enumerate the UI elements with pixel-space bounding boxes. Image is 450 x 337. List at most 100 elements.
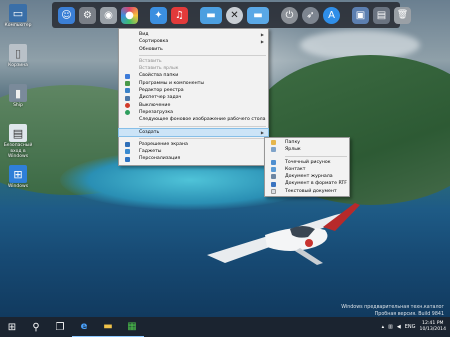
menu-item-label: Вставить [139, 58, 162, 64]
menu-item-label: Свойства папки [139, 73, 179, 79]
rtf-document-icon [271, 181, 276, 187]
menu-item-restart[interactable]: Перезагрузка [119, 109, 268, 116]
menu-item-paste: Вставить [119, 58, 268, 65]
menu-item-label: Контакт [285, 166, 306, 172]
menu-item-label: Ярлык [285, 147, 301, 153]
submenu-item-rtf[interactable]: Документ в формате RTF [265, 180, 349, 187]
menu-item-label: Гаджеты [139, 149, 162, 155]
finder-icon[interactable]: ☺ [58, 6, 75, 24]
personalization-icon [125, 156, 130, 162]
trash-icon[interactable]: 🗑 [394, 6, 411, 24]
watermark-line-1: Windows предварительная техн.каталог [341, 305, 444, 310]
x-icon[interactable]: ✕ [226, 6, 243, 24]
desktop-icon-ship[interactable]: ▮ Ship [2, 84, 34, 109]
desktop-icon-safe-login[interactable]: ▤ Безопасный вход в Windows [2, 124, 34, 160]
menu-separator [139, 54, 266, 56]
menu-padding [265, 195, 349, 196]
clock[interactable]: 12:41 PM 10/13/2014 [420, 321, 446, 333]
window-icon[interactable]: ▣ [352, 6, 369, 24]
desktop-icon-label: Компьютер [4, 23, 32, 28]
system-tray: ▴ ▥ ◀ ENG 12:41 PM 10/13/2014 [382, 317, 446, 337]
bitmap-icon [271, 159, 276, 165]
desktop-icon-windows[interactable]: ⊞ Windows [2, 165, 34, 190]
store-button[interactable]: ▦ [120, 317, 144, 337]
gamecenter-icon[interactable]: ● [121, 6, 138, 24]
search-button[interactable]: ⚲ [24, 317, 48, 337]
menu-item-label: Редактор реестра [139, 88, 184, 94]
contact-icon [271, 167, 276, 173]
windows-logo-icon: ⊞ [9, 165, 27, 183]
rocket-icon[interactable]: ➶ [302, 6, 319, 24]
language-indicator[interactable]: ENG [405, 324, 416, 330]
network-icon[interactable]: ▥ [388, 324, 393, 330]
tray-arrow-icon[interactable]: ▴ [382, 324, 385, 330]
menu-item-personalization[interactable]: Персонализация [119, 155, 268, 162]
menu-item-shutdown[interactable]: Выключение [119, 102, 268, 109]
submenu-item-text[interactable]: Текстовый документ [265, 188, 349, 195]
submenu-arrow-icon: ▶ [260, 32, 264, 37]
gadgets-icon [125, 149, 130, 155]
menu-item-screen-resolution[interactable]: Разрешение экрана [119, 141, 268, 148]
power-icon[interactable]: ⏻ [281, 6, 298, 24]
settings-icon[interactable]: ⚙ [79, 6, 96, 24]
shortcut-icon [271, 147, 276, 153]
menu-item-label: Сортировка [139, 39, 169, 45]
disk-icon[interactable]: ◉ [100, 6, 117, 24]
taskbar: ⊞ ⚲ ❐ e ▬ ▦ ▴ ▥ ◀ ENG 12:41 PM 10/13/201… [0, 317, 450, 337]
safari-icon[interactable]: ✦ [150, 6, 167, 24]
menu-item-refresh[interactable]: Обновить [119, 46, 268, 53]
explorer-button[interactable]: ▬ [96, 317, 120, 337]
desktop-icon-label: Безопасный вход в Windows [3, 143, 33, 159]
menu-item-label: Обновить [139, 46, 163, 52]
desktop-icon-recycle-bin[interactable]: ▯ Корзина [2, 44, 34, 69]
menu-padding [119, 163, 268, 165]
regedit-icon [125, 88, 130, 94]
desktop-icon-label: Ship [13, 103, 23, 108]
restart-icon [125, 110, 130, 116]
itunes-icon[interactable]: ♫ [171, 6, 188, 24]
volume-icon[interactable]: ◀ [397, 324, 401, 330]
folder-blue-icon[interactable]: ▬ [247, 6, 269, 24]
desktop-icon-label: Windows [7, 184, 29, 189]
submenu-item-journal[interactable]: Документ журнала [265, 173, 349, 180]
screen-resolution-icon [125, 142, 130, 148]
task-view-button[interactable]: ❐ [48, 317, 72, 337]
desktop-icon-computer[interactable]: ▭ Компьютер [2, 4, 34, 29]
menu-item-label: Документ в формате RTF [285, 181, 347, 187]
menu-item-label: Персонализация [139, 156, 181, 162]
computer-icon: ▭ [9, 4, 27, 22]
menu-item-sort[interactable]: Сортировка ▶ [119, 38, 268, 45]
folder-icon[interactable]: ▬ [200, 6, 222, 24]
document-icon: ▤ [9, 124, 27, 142]
menu-item-view[interactable]: Вид ▶ [119, 31, 268, 38]
submenu-item-folder[interactable]: Папку [265, 139, 349, 146]
dock: ☺ ⚙ ◉ ● ✦ ♫ ▬ ✕ ▬ ⏻ ➶ A ▣ ▤ 🗑 [52, 2, 411, 28]
menu-item-paste-shortcut: Вставить ярлык [119, 65, 268, 72]
menu-item-new[interactable]: Создать ▶ [118, 127, 269, 137]
display-icon[interactable]: ▤ [373, 6, 390, 24]
new-submenu: Папку Ярлык Точечный рисунок Контакт Док… [264, 137, 350, 198]
menu-item-regedit[interactable]: Редактор реестра [119, 87, 268, 94]
menu-item-task-manager[interactable]: Диспетчер задач [119, 94, 268, 101]
submenu-item-contact[interactable]: Контакт [265, 166, 349, 173]
submenu-item-bitmap[interactable]: Точечный рисунок [265, 159, 349, 166]
menu-item-next-background[interactable]: Следующее фоновое изображение рабочего с… [119, 116, 268, 123]
folder-icon [271, 140, 276, 146]
menu-item-programs[interactable]: Программы и компоненты [119, 80, 268, 87]
menu-item-label: Диспетчер задач [139, 95, 182, 101]
menu-item-gadgets[interactable]: Гаджеты [119, 148, 268, 155]
shutdown-icon [125, 102, 130, 108]
ie-button[interactable]: e [72, 317, 96, 337]
appstore-icon[interactable]: A [323, 6, 340, 24]
menu-item-label: Разрешение экрана [139, 141, 188, 147]
desktop-icon-label: Корзина [8, 63, 28, 68]
menu-item-label: Документ журнала [285, 174, 333, 180]
menu-item-folder-options[interactable]: Свойства папки [119, 72, 268, 79]
text-document-icon [271, 188, 276, 194]
context-menu: Вид ▶ Сортировка ▶ Обновить Вставить Встав… [118, 28, 269, 166]
start-button[interactable]: ⊞ [0, 317, 24, 337]
menu-item-label: Вставить ярлык [139, 66, 179, 72]
menu-separator [139, 137, 266, 139]
submenu-item-shortcut[interactable]: Ярлык [265, 146, 349, 153]
menu-item-label: Выключение [139, 102, 171, 108]
